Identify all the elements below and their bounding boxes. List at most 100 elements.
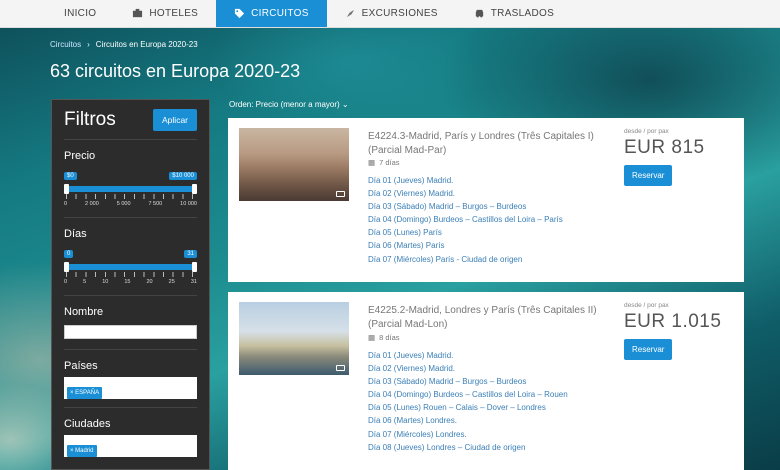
itinerary-day[interactable]: Día 02 (Viernes) Madrid.	[368, 362, 568, 375]
price-max-handle[interactable]	[192, 184, 197, 194]
country-tag[interactable]: × ESPAÑA	[67, 387, 103, 399]
tour-card: E4224.3-Madrid, París y Londres (Três Ca…	[228, 118, 744, 282]
price-tick-label: 7 500	[148, 201, 163, 207]
itinerary-day[interactable]: Día 03 (Sábado) Madrid – Burgos – Burdeo…	[368, 200, 563, 213]
days-ticks	[66, 272, 195, 277]
nav-traslados[interactable]: TRASLADOS	[456, 0, 572, 27]
nav-traslados-label: TRASLADOS	[490, 8, 555, 19]
top-navigation: INICIO HOTELES CIRCUITOS EXCURSIONES TRA…	[0, 0, 780, 28]
itinerary-day[interactable]: Día 05 (Lunes) París	[368, 226, 563, 239]
itinerary-day[interactable]: Día 02 (Viernes) Madrid.	[368, 187, 563, 200]
countries-filter-label: Países	[64, 360, 98, 372]
days-max-badge: 31	[184, 250, 197, 258]
sort-dropdown[interactable]: Orden: Precio (menor a mayor) ⌄	[229, 100, 349, 109]
days-filter: Días 0 31 0 5 10 15 20 25 31	[64, 218, 197, 296]
filters-sidebar: Filtros Aplicar Precio $0 $10 000 0 2 00…	[51, 99, 210, 470]
tour-itinerary: Día 01 (Jueves) Madrid. Día 02 (Viernes)…	[368, 349, 568, 454]
nav-circuitos[interactable]: CIRCUITOS	[216, 0, 327, 27]
tour-card: E4225.2-Madrid, Londres y París (Três Ca…	[228, 292, 744, 470]
itinerary-day[interactable]: Día 01 (Jueves) Madrid.	[368, 174, 563, 187]
itinerary-day[interactable]: Día 06 (Martes) Londres.	[368, 414, 568, 427]
cities-filter-label: Ciudades	[64, 418, 111, 430]
breadcrumb-current: Circuitos en Europa 2020-23	[95, 40, 198, 49]
tour-duration: ▦ 8 días	[368, 333, 400, 342]
city-tag[interactable]: × Madrid	[67, 445, 97, 457]
price-tick-label: 5 000	[116, 201, 131, 207]
itinerary-day[interactable]: Día 05 (Lunes) Rouen – Calais – Dover – …	[368, 401, 568, 414]
itinerary-day[interactable]: Día 03 (Sábado) Madrid – Burgos – Burdeo…	[368, 375, 568, 388]
gallery-icon	[336, 191, 345, 197]
itinerary-day[interactable]: Día 08 (Jueves) Londres – Ciudad de orig…	[368, 441, 568, 454]
price-label: desde / por pax	[624, 302, 669, 309]
price-ticks	[66, 194, 195, 199]
tour-title[interactable]: E4225.2-Madrid, Londres y París (Três Ca…	[368, 304, 608, 331]
itinerary-day[interactable]: Día 01 (Jueves) Madrid.	[368, 349, 568, 362]
reserve-button[interactable]: Reservar	[624, 339, 673, 360]
itinerary-day[interactable]: Día 06 (Martes) París	[368, 239, 563, 252]
countries-input[interactable]: × ESPAÑA	[64, 377, 197, 399]
days-tick-label: 31	[190, 279, 197, 285]
days-max-handle[interactable]	[192, 262, 197, 272]
calendar-icon: ▦	[368, 158, 376, 167]
tour-duration: ▦ 7 días	[368, 158, 400, 167]
tour-image[interactable]	[239, 128, 349, 201]
nav-excursiones-label: EXCURSIONES	[361, 8, 438, 19]
days-tick-label: 10	[102, 279, 109, 285]
days-tick-label: 20	[146, 279, 153, 285]
nav-inicio-label: INICIO	[64, 8, 97, 19]
days-tick-labels: 0 5 10 15 20 25 31	[64, 279, 197, 285]
breadcrumb-separator: ›	[87, 40, 90, 49]
price-filter: Precio $0 $10 000 0 2 000 5 000 7 500 10…	[64, 140, 197, 218]
nav-excursiones[interactable]: EXCURSIONES	[327, 0, 456, 27]
nav-inicio[interactable]: INICIO	[46, 0, 114, 27]
page-title: 63 circuitos en Europa 2020-23	[50, 61, 301, 81]
filters-header: Filtros Aplicar	[64, 100, 197, 140]
name-filter: Nombre	[64, 296, 197, 350]
hotel-icon	[133, 8, 143, 18]
price-tick-label: 2 000	[85, 201, 99, 207]
nav-hoteles-label: HOTELES	[149, 8, 199, 19]
days-filter-label: Días	[64, 228, 87, 240]
cities-filter: Ciudades × Madrid	[64, 408, 197, 465]
price-tick-label: 10 000	[180, 201, 197, 207]
tour-price: EUR 815	[624, 137, 705, 158]
days-range-track[interactable]	[66, 264, 195, 270]
tour-duration-text: 8 días	[379, 333, 400, 342]
nav-hoteles[interactable]: HOTELES	[114, 0, 216, 27]
price-max-badge: $10 000	[169, 172, 197, 180]
price-min-badge: $0	[64, 172, 77, 180]
itinerary-day[interactable]: Día 07 (Miércoles) Londres.	[368, 428, 568, 441]
reserve-button[interactable]: Reservar	[624, 165, 673, 186]
price-tick-label: 0	[64, 201, 68, 207]
breadcrumb: Circuitos › Circuitos en Europa 2020-23	[50, 40, 198, 49]
nav-circuitos-label: CIRCUITOS	[251, 8, 309, 19]
apply-button[interactable]: Aplicar	[153, 108, 197, 131]
price-range-slider[interactable]: $0 $10 000 0 2 000 5 000 7 500 10 000	[64, 167, 197, 209]
itinerary-day[interactable]: Día 07 (Miércoles) París - Ciudad de ori…	[368, 253, 563, 266]
days-tick-label: 0	[64, 279, 68, 285]
days-min-badge: 0	[64, 250, 74, 258]
days-tick-label: 5	[83, 279, 87, 285]
tag-icon	[235, 8, 245, 19]
price-label: desde / por pax	[624, 128, 669, 135]
tour-title[interactable]: E4224.3-Madrid, París y Londres (Três Ca…	[368, 130, 608, 157]
tour-image[interactable]	[239, 302, 349, 375]
price-min-handle[interactable]	[64, 184, 69, 194]
price-tick-labels: 0 2 000 5 000 7 500 10 000	[64, 201, 197, 207]
cities-input[interactable]: × Madrid	[64, 435, 197, 457]
itinerary-day[interactable]: Día 04 (Domingo) Burdeos – Castillos del…	[368, 388, 568, 401]
price-range-track[interactable]	[66, 186, 195, 192]
days-tick-label: 25	[168, 279, 175, 285]
calendar-icon: ▦	[368, 333, 376, 342]
breadcrumb-link-circuitos[interactable]: Circuitos	[50, 40, 81, 49]
name-input[interactable]	[64, 324, 197, 339]
days-range-slider[interactable]: 0 31 0 5 10 15 20 25 31	[64, 245, 197, 287]
countries-filter: Países × ESPAÑA	[64, 350, 197, 408]
gallery-icon	[336, 365, 345, 371]
itinerary-day[interactable]: Día 04 (Domingo) Burdeos – Castillos del…	[368, 213, 563, 226]
car-icon	[475, 9, 483, 18]
days-min-handle[interactable]	[64, 262, 69, 272]
tour-duration-text: 7 días	[379, 158, 400, 167]
name-filter-label: Nombre	[64, 306, 104, 318]
days-tick-label: 15	[124, 279, 131, 285]
